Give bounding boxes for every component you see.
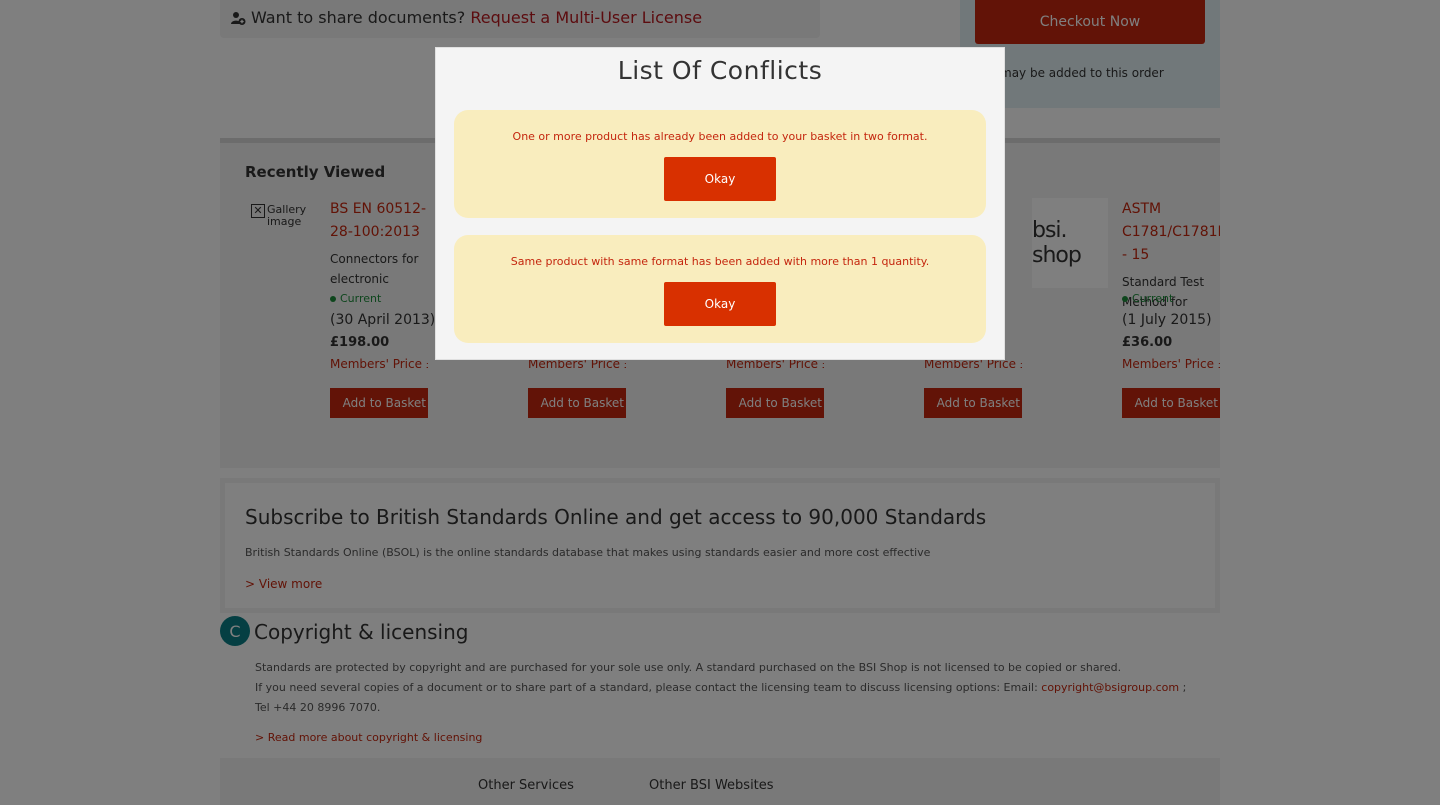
conflict-message: Same product with same format has been a… (510, 255, 930, 268)
conflicts-modal: List Of Conflicts One or more product ha… (435, 47, 1005, 360)
okay-button[interactable]: Okay (664, 282, 776, 326)
modal-title: List Of Conflicts (617, 56, 823, 85)
page: Want to share documents? Request a Multi… (0, 0, 1440, 805)
conflict-item: One or more product has already been add… (454, 110, 986, 218)
conflict-item: Same product with same format has been a… (454, 235, 986, 343)
okay-button[interactable]: Okay (664, 157, 776, 201)
conflict-message: One or more product has already been add… (512, 130, 928, 143)
